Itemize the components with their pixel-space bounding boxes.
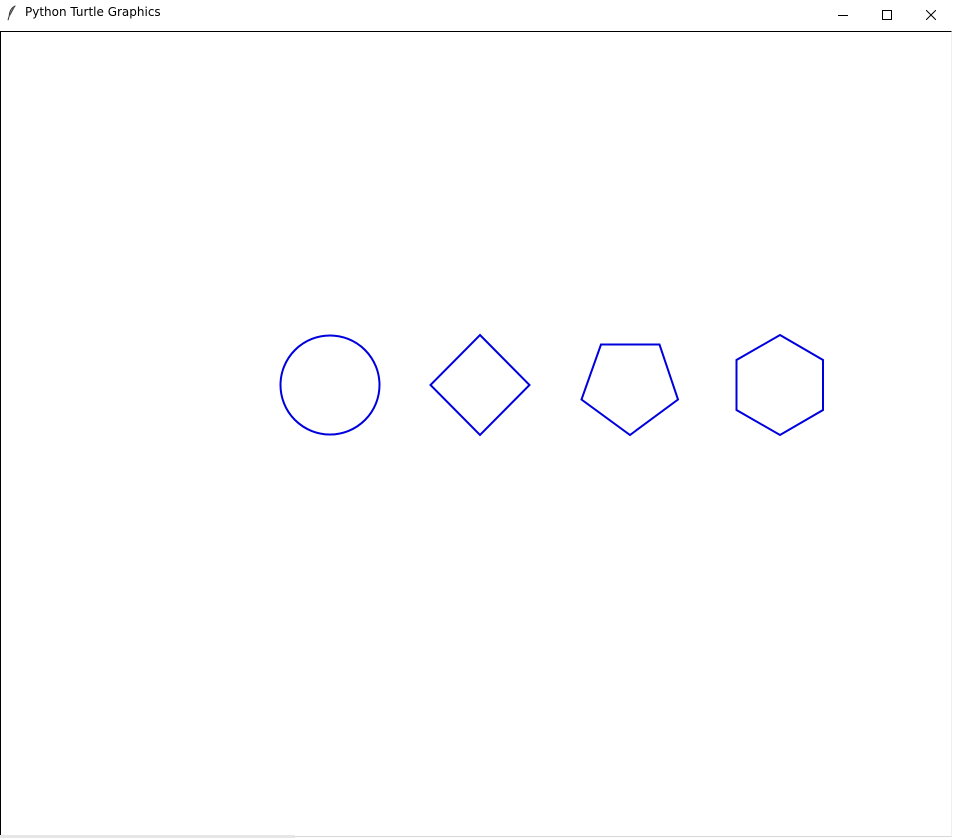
pentagon-shape — [580, 343, 680, 437]
turtle-window: Python Turtle Graphics — [0, 0, 953, 838]
feather-icon — [7, 5, 16, 21]
title-bar[interactable]: Python Turtle Graphics — [0, 0, 953, 30]
close-button[interactable] — [908, 0, 953, 30]
minimize-button[interactable] — [820, 0, 866, 30]
close-icon — [926, 10, 936, 20]
square-shape — [429, 333, 531, 437]
minimize-icon — [838, 15, 848, 16]
circle-shape — [279, 334, 381, 436]
maximize-icon — [882, 10, 892, 20]
turtle-canvas[interactable] — [0, 31, 952, 837]
hexagon-shape — [735, 333, 824, 437]
drawing-surface — [279, 333, 824, 437]
maximize-button[interactable] — [864, 0, 910, 30]
window-title: Python Turtle Graphics — [25, 5, 161, 19]
